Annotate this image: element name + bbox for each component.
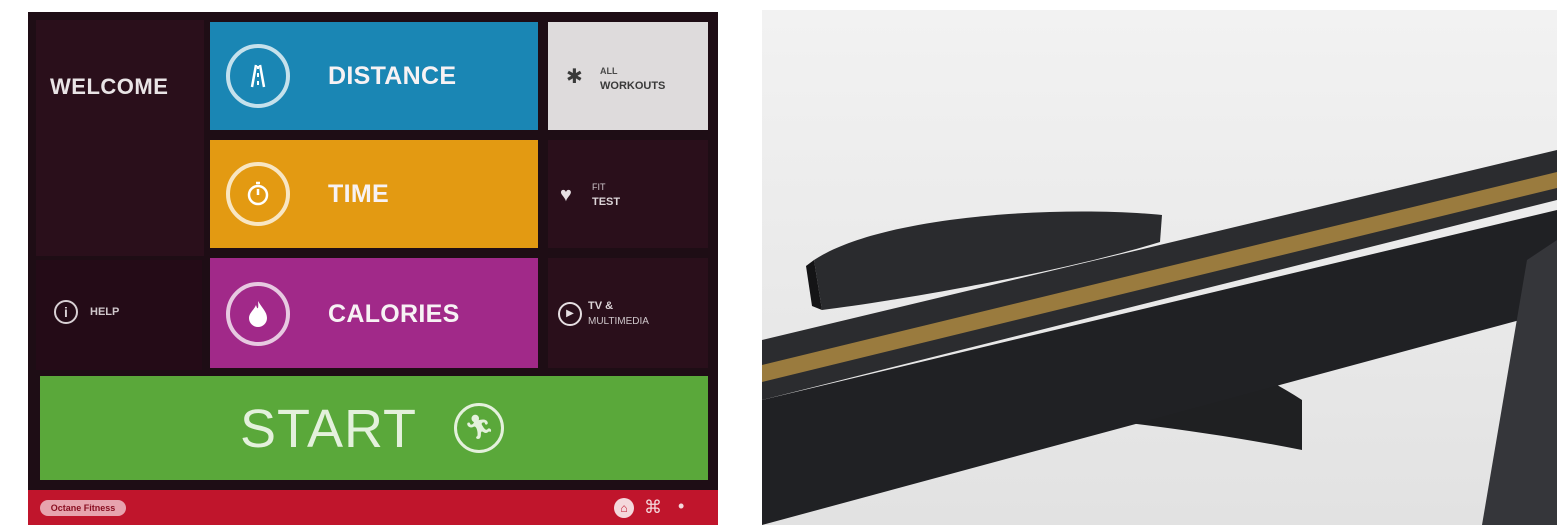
footer-bar: Octane Fitness ⌂ ⌘ • [28,490,718,525]
heart-rate-icon: ♥ [560,184,572,206]
fit-test-line1: FIT [592,182,606,192]
rail-illustration [762,10,1557,525]
calories-button[interactable]: CALORIES [210,258,538,368]
distance-label: DISTANCE [328,62,457,90]
tv-line2: MULTIMEDIA [588,316,649,327]
help-button[interactable]: i HELP [36,260,202,370]
close-icon[interactable]: • [678,496,684,517]
info-icon: i [54,300,78,324]
road-icon [226,44,290,108]
tv-line1: TV & [588,300,614,312]
all-workouts-line2: WORKOUTS [600,80,666,92]
fit-test-button[interactable]: ♥ FIT TEST [548,140,708,248]
play-icon: ▶ [558,302,582,326]
runner-icon: ✱ [566,66,583,88]
welcome-label: WELCOME [50,74,169,99]
flame-icon [226,282,290,346]
home-icon[interactable]: ⌂ [614,498,634,518]
console-screen: WELCOME DISTANCE ✱ ALL WORKOUTS TIME ♥ F… [28,12,718,525]
calories-label: CALORIES [328,300,460,328]
start-label: START [240,399,418,459]
stopwatch-icon [226,162,290,226]
start-button[interactable]: START 🏃︎ [40,376,708,480]
fit-test-line2: TEST [592,196,621,208]
time-label: TIME [328,180,389,208]
globe-icon[interactable]: ⌘ [644,497,662,518]
product-photo-rail-and-pedals [762,10,1557,525]
brand-logo: Octane Fitness [40,500,126,516]
tv-multimedia-button[interactable]: ▶ TV & MULTIMEDIA [548,258,708,368]
welcome-tile: WELCOME [36,20,204,256]
all-workouts-button[interactable]: ✱ ALL WORKOUTS [548,22,708,130]
help-label: HELP [90,306,120,318]
time-button[interactable]: TIME [210,140,538,248]
all-workouts-line1: ALL [600,66,618,76]
distance-button[interactable]: DISTANCE [210,22,538,130]
running-man-icon: 🏃︎ [454,403,504,453]
